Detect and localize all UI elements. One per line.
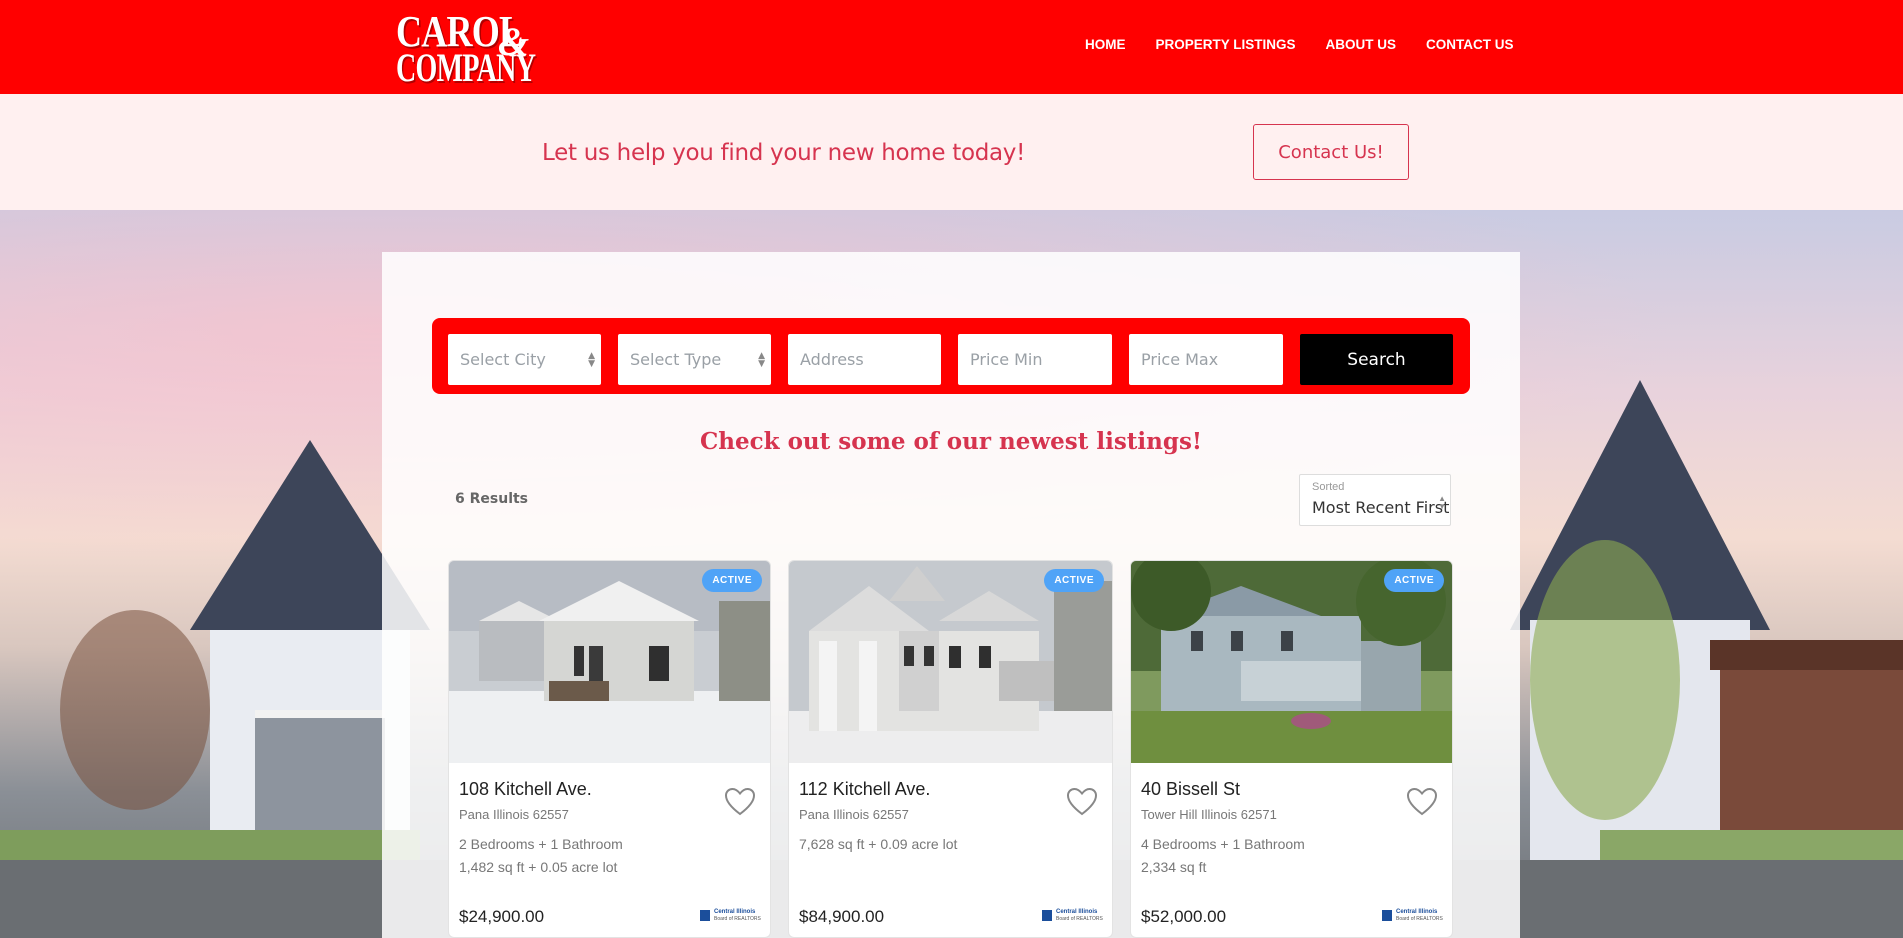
mls-logo: Central Illinois Board of REALTORS <box>1042 909 1104 923</box>
nav-about-us[interactable]: ABOUT US <box>1326 37 1397 52</box>
mls-mark-icon <box>1042 910 1052 921</box>
listing-photo[interactable]: ACTIVE <box>449 561 770 763</box>
tree-left <box>60 610 210 810</box>
sort-select[interactable]: Sorted Most Recent First ▲ ▼ <box>1299 474 1451 526</box>
mls-logo-line1: Central Illinois <box>1056 909 1098 915</box>
listing-card[interactable]: ACTIVE 112 Kitchell Ave. Pana Illinois 6… <box>788 560 1113 938</box>
listing-address[interactable]: 108 Kitchell Ave. <box>459 779 592 800</box>
sort-value: Most Recent First <box>1312 498 1450 517</box>
company-logo[interactable]: CAROL & COMPANY <box>394 6 539 90</box>
type-select[interactable]: Select Type ▲ ▼ <box>618 334 771 385</box>
nav-property-listings[interactable]: PROPERTY LISTINGS <box>1156 37 1296 52</box>
mls-logo-line2: Board of REALTORS <box>1056 916 1103 922</box>
price-min-placeholder: Price Min <box>970 350 1043 369</box>
listing-price: $24,900.00 <box>459 907 545 926</box>
status-badge: ACTIVE <box>1044 569 1104 592</box>
price-max-placeholder: Price Max <box>1141 350 1219 369</box>
listing-details-line1: 7,628 sq ft + 0.09 acre lot <box>799 836 958 852</box>
favorite-heart-icon[interactable] <box>724 787 756 817</box>
tree-right <box>1530 540 1680 820</box>
nav-home[interactable]: HOME <box>1085 37 1126 52</box>
mls-logo-line1: Central Illinois <box>714 909 756 915</box>
listing-price: $84,900.00 <box>799 907 885 926</box>
listing-details-line2: 1,482 sq ft + 0.05 acre lot <box>459 859 618 875</box>
listing-address[interactable]: 112 Kitchell Ave. <box>799 779 930 800</box>
newest-listings-heading: Check out some of our newest listings! <box>699 428 1202 455</box>
city-select[interactable]: Select City ▲ ▼ <box>448 334 601 385</box>
favorite-heart-icon[interactable] <box>1066 787 1098 817</box>
listing-card[interactable]: ACTIVE 108 Kitchell Ave. Pana Illinois 6… <box>448 560 771 938</box>
price-max-input[interactable]: Price Max <box>1129 334 1283 385</box>
site-header: CAROL & COMPANY HOME PROPERTY LISTINGS A… <box>0 0 1903 94</box>
favorite-heart-icon[interactable] <box>1406 787 1438 817</box>
listing-price: $52,000.00 <box>1141 907 1227 926</box>
nav-contact-us[interactable]: CONTACT US <box>1426 37 1514 52</box>
listing-city: Pana Illinois 62557 <box>459 807 569 822</box>
search-bar: Select City ▲ ▼ Select Type ▲ ▼ Address Pr… <box>432 318 1470 394</box>
type-select-placeholder: Select Type <box>630 350 722 369</box>
listing-city: Tower Hill Illinois 62571 <box>1141 807 1277 822</box>
listing-photo[interactable]: ACTIVE <box>1131 561 1452 763</box>
listing-card[interactable]: ACTIVE 40 Bissell St Tower Hill Illinois… <box>1130 560 1453 938</box>
results-count: 6 Results <box>455 491 529 507</box>
main-nav: HOME PROPERTY LISTINGS ABOUT US CONTACT … <box>1085 37 1514 52</box>
select-arrows-icon: ▲ ▼ <box>758 351 765 369</box>
cta-banner: Let us help you find your new home today… <box>0 94 1903 210</box>
search-button[interactable]: Search <box>1300 334 1453 385</box>
status-badge: ACTIVE <box>702 569 762 592</box>
address-placeholder: Address <box>800 350 864 369</box>
mls-mark-icon <box>1382 910 1392 921</box>
mls-logo: Central Illinois Board of REALTORS <box>700 909 762 923</box>
mls-logo-line2: Board of REALTORS <box>714 916 761 922</box>
listing-details-line1: 2 Bedrooms + 1 Bathroom <box>459 836 623 852</box>
listing-details-line1: 4 Bedrooms + 1 Bathroom <box>1141 836 1305 852</box>
mls-mark-icon <box>700 910 710 921</box>
listing-address[interactable]: 40 Bissell St <box>1141 779 1240 800</box>
status-badge: ACTIVE <box>1384 569 1444 592</box>
listings-panel: Select City ▲ ▼ Select Type ▲ ▼ Address Pr… <box>382 252 1520 938</box>
contact-us-button[interactable]: Contact Us! <box>1253 124 1409 180</box>
price-min-input[interactable]: Price Min <box>958 334 1112 385</box>
sort-label: Sorted <box>1312 481 1345 493</box>
mls-logo: Central Illinois Board of REALTORS <box>1382 909 1444 923</box>
mls-logo-line1: Central Illinois <box>1396 909 1438 915</box>
address-input[interactable]: Address <box>788 334 941 385</box>
listing-city: Pana Illinois 62557 <box>799 807 909 822</box>
banner-tagline: Let us help you find your new home today… <box>542 140 1026 166</box>
logo-line2: COMPANY <box>396 45 536 90</box>
listing-photo[interactable]: ACTIVE <box>789 561 1112 763</box>
city-select-placeholder: Select City <box>460 350 546 369</box>
select-arrows-icon: ▲ ▼ <box>588 351 595 369</box>
listing-details-line2: 2,334 sq ft <box>1141 859 1207 875</box>
select-arrows-icon: ▲ ▼ <box>1438 494 1446 511</box>
mls-logo-line2: Board of REALTORS <box>1396 916 1443 922</box>
